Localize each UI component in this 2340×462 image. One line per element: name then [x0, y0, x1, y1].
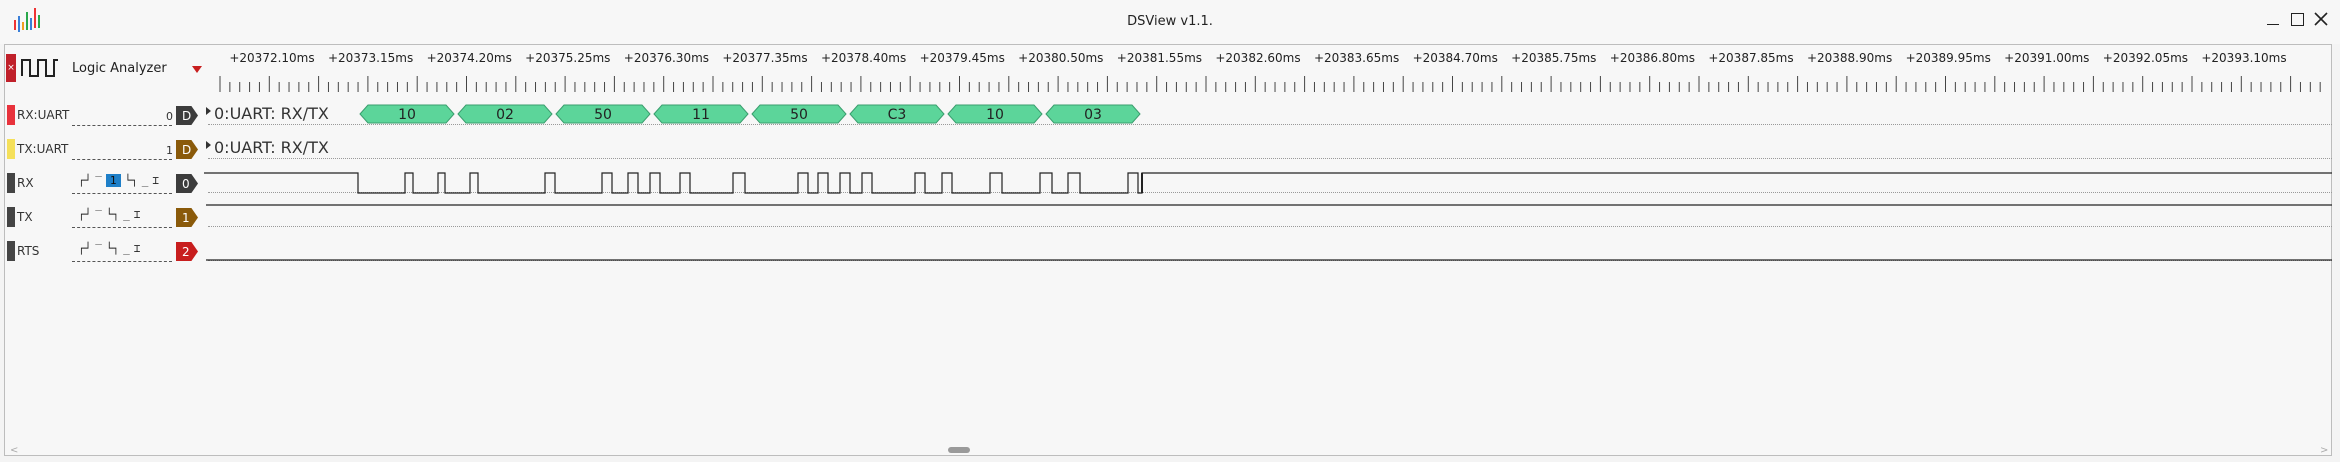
rx-waveform	[204, 172, 2332, 194]
waveform-area[interactable]: 10 02 50 11 50 C3 10 03	[0, 0, 2340, 462]
decoded-byte-label: 50	[790, 107, 808, 123]
decoded-byte-label: C3	[888, 107, 907, 123]
decoded-byte-label: 11	[692, 107, 710, 123]
decoded-byte-label: 02	[496, 107, 514, 123]
decoded-byte-label: 10	[986, 107, 1004, 123]
decoded-byte-label: 10	[398, 107, 416, 123]
scroll-right-icon[interactable]: >	[2320, 445, 2328, 456]
decoded-byte-label: 50	[594, 107, 612, 123]
scroll-left-icon[interactable]: <	[10, 445, 18, 456]
decoded-byte-label: 03	[1084, 107, 1102, 123]
horizontal-scrollbar-thumb[interactable]	[948, 447, 970, 453]
